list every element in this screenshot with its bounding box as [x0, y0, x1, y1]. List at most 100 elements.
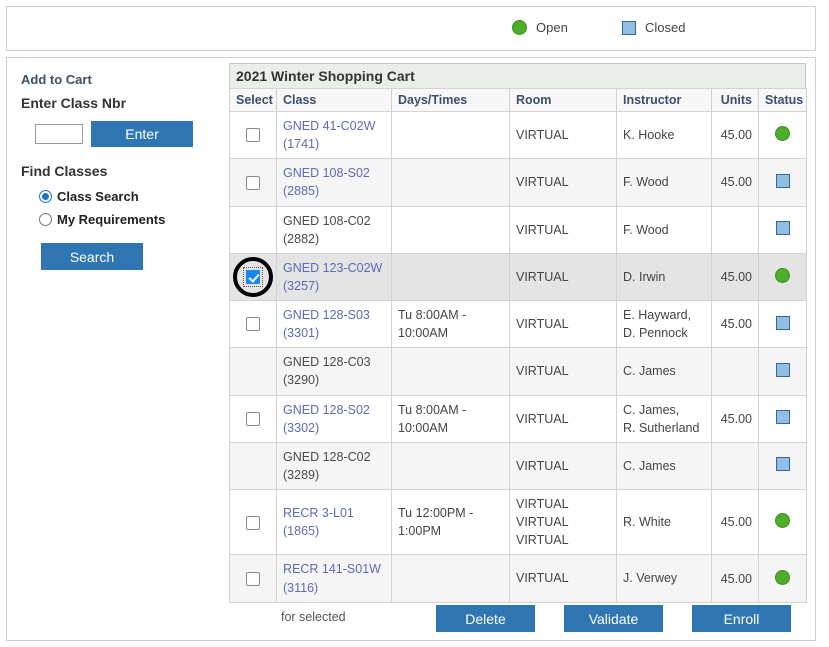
select-checkbox-wrapper[interactable] [246, 175, 260, 190]
cell-class[interactable]: GNED 128-S03 (3301) [276, 299, 392, 349]
class-name[interactable]: RECR 141-S01W [283, 560, 385, 578]
table-row: GNED 123-C02W (3257) VIRTUAL D. Irwin 45.00 [229, 252, 807, 302]
class-name[interactable]: GNED 128-S02 [283, 401, 385, 419]
cell-days-times [391, 252, 510, 302]
cell-days-times [391, 554, 510, 603]
blue-square-icon [622, 20, 636, 35]
select-checkbox-wrapper[interactable] [246, 317, 260, 332]
select-checkbox[interactable] [246, 571, 260, 586]
enroll-button[interactable]: Enroll [692, 605, 791, 632]
class-number[interactable]: (1741) [283, 135, 385, 153]
shopping-cart-section: 2021 Winter Shopping Cart Select Class D… [229, 63, 807, 603]
select-checkbox-wrapper[interactable] [246, 571, 260, 586]
select-checkbox[interactable] [246, 128, 260, 143]
search-button[interactable]: Search [41, 243, 143, 270]
class-number[interactable]: (2885) [283, 182, 385, 200]
table-row: GNED 108-C02 (2882) VIRTUAL F. Wood [229, 205, 807, 254]
status-open-icon [775, 513, 790, 529]
cell-select[interactable] [229, 110, 277, 160]
select-checkbox-wrapper[interactable] [246, 411, 260, 426]
cell-days-times: Tu 12:00PM -1:00PM [391, 488, 510, 556]
col-header-status: Status [758, 88, 807, 112]
cell-room: VIRTUAL [509, 205, 617, 254]
cell-units [711, 347, 759, 396]
green-circle-icon [512, 20, 527, 35]
cell-select[interactable] [229, 158, 277, 207]
cell-class[interactable]: GNED 108-S02 (2885) [276, 158, 392, 207]
radio-icon-my-requirements[interactable] [39, 213, 52, 226]
validate-button[interactable]: Validate [564, 605, 663, 632]
col-header-select: Select [229, 88, 277, 112]
cell-select [229, 205, 277, 254]
table-header-row: Select Class Days/Times Room Instructor … [229, 88, 807, 112]
cell-instructor: C. James, R. Sutherland [616, 394, 712, 443]
cell-room: VIRTUAL [509, 110, 617, 160]
cell-units: 45.00 [711, 554, 759, 603]
status-closed-icon [775, 173, 790, 188]
radio-option-class-search[interactable]: Class Search [39, 189, 223, 204]
status-open-icon [775, 569, 790, 585]
select-checkbox-wrapper[interactable] [246, 128, 260, 143]
class-nbr-input[interactable] [35, 124, 83, 144]
class-number[interactable]: (1865) [283, 522, 385, 540]
select-checkbox-wrapper[interactable] [233, 256, 273, 297]
cell-class[interactable]: GNED 128-S02 (3302) [276, 394, 392, 443]
cell-status [758, 252, 807, 302]
class-number[interactable]: (3302) [283, 419, 385, 437]
cell-days-times: Tu 8:00AM -10:00AM [391, 394, 510, 443]
cell-class: GNED 128-C03 (3290) [276, 347, 392, 396]
class-name[interactable]: RECR 3-L01 [283, 504, 385, 522]
cell-select[interactable] [229, 488, 277, 556]
col-header-room: Room [509, 88, 617, 112]
cell-units: 45.00 [711, 488, 759, 556]
select-checkbox[interactable] [246, 317, 260, 332]
table-row: GNED 108-S02 (2885) VIRTUAL F. Wood 45.00 [229, 158, 807, 207]
table-row: RECR 3-L01 (1865) Tu 12:00PM -1:00PM VIRTUA… [229, 488, 807, 556]
class-name[interactable]: GNED 108-S02 [283, 164, 385, 182]
class-name: GNED 108-C02 [283, 213, 371, 228]
cell-select[interactable] [229, 554, 277, 603]
cell-room: VIRTUAL [509, 158, 617, 207]
table-row: RECR 141-S01W (3116) VIRTUAL J. Verwey 45.00 [229, 554, 807, 603]
find-classes-section: Find Classes Class Search My Requirement… [21, 163, 223, 270]
main-panel: Add to Cart Enter Class Nbr Enter Find C… [6, 57, 816, 641]
cell-select[interactable] [229, 299, 277, 349]
class-name[interactable]: GNED 123-C02W [283, 259, 385, 277]
focus-outline [243, 266, 263, 288]
select-checkbox[interactable] [246, 175, 260, 190]
table-row: GNED 128-C02 (3289) VIRTUAL C. James [229, 441, 807, 491]
cart-actions-footer: for selected Delete Validate Enroll [229, 598, 806, 638]
delete-button[interactable]: Delete [436, 605, 535, 632]
class-name[interactable]: GNED 41-C02W [283, 117, 385, 135]
class-name[interactable]: GNED 128-S03 [283, 306, 385, 324]
select-checkbox[interactable] [246, 515, 260, 530]
cell-select [229, 441, 277, 491]
class-name: GNED 128-C03 [283, 355, 371, 370]
cell-status [758, 347, 807, 396]
cell-room: VIRTUAL [509, 554, 617, 603]
cell-class[interactable]: GNED 123-C02W (3257) [276, 252, 392, 302]
radio-label-my-requirements: My Requirements [57, 212, 166, 227]
select-checkbox[interactable] [246, 411, 260, 426]
cell-units: 45.00 [711, 394, 759, 443]
cell-class[interactable]: GNED 41-C02W (1741) [276, 110, 392, 160]
cell-class[interactable]: RECR 141-S01W (3116) [276, 554, 392, 603]
table-row: GNED 41-C02W (1741) VIRTUAL K. Hooke 45.00 [229, 110, 807, 160]
class-number[interactable]: (3116) [283, 579, 385, 597]
radio-icon-class-search[interactable] [39, 190, 52, 203]
cell-select[interactable] [229, 252, 277, 302]
cell-class[interactable]: RECR 3-L01 (1865) [276, 488, 392, 556]
cell-status [758, 158, 807, 207]
cell-status [758, 554, 807, 603]
select-checkbox-wrapper[interactable] [246, 515, 260, 530]
cell-select[interactable] [229, 394, 277, 443]
cell-instructor: D. Irwin [616, 252, 712, 302]
enter-button[interactable]: Enter [91, 121, 193, 147]
class-number[interactable]: (3301) [283, 324, 385, 342]
shopping-cart-table: Select Class Days/Times Room Instructor … [229, 88, 807, 603]
class-number[interactable]: (3257) [283, 277, 385, 295]
cell-instructor: C. James [616, 441, 712, 491]
radio-option-my-requirements[interactable]: My Requirements [39, 212, 223, 227]
cart-title: 2021 Winter Shopping Cart [229, 63, 806, 88]
cell-status [758, 205, 807, 254]
